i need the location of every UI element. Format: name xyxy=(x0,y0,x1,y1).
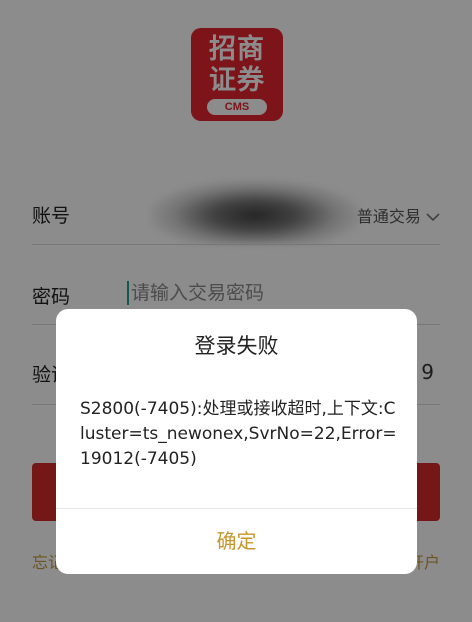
dialog-title: 登录失败 xyxy=(194,334,279,358)
login-failed-dialog: 登录失败 S2800(-7405):处理或接收超时,上下文:Cluster=ts… xyxy=(56,309,417,574)
confirm-button[interactable]: 确定 xyxy=(56,509,417,574)
dialog-message: S2800(-7405):处理或接收超时,上下文:Cluster=ts_newo… xyxy=(80,399,397,469)
